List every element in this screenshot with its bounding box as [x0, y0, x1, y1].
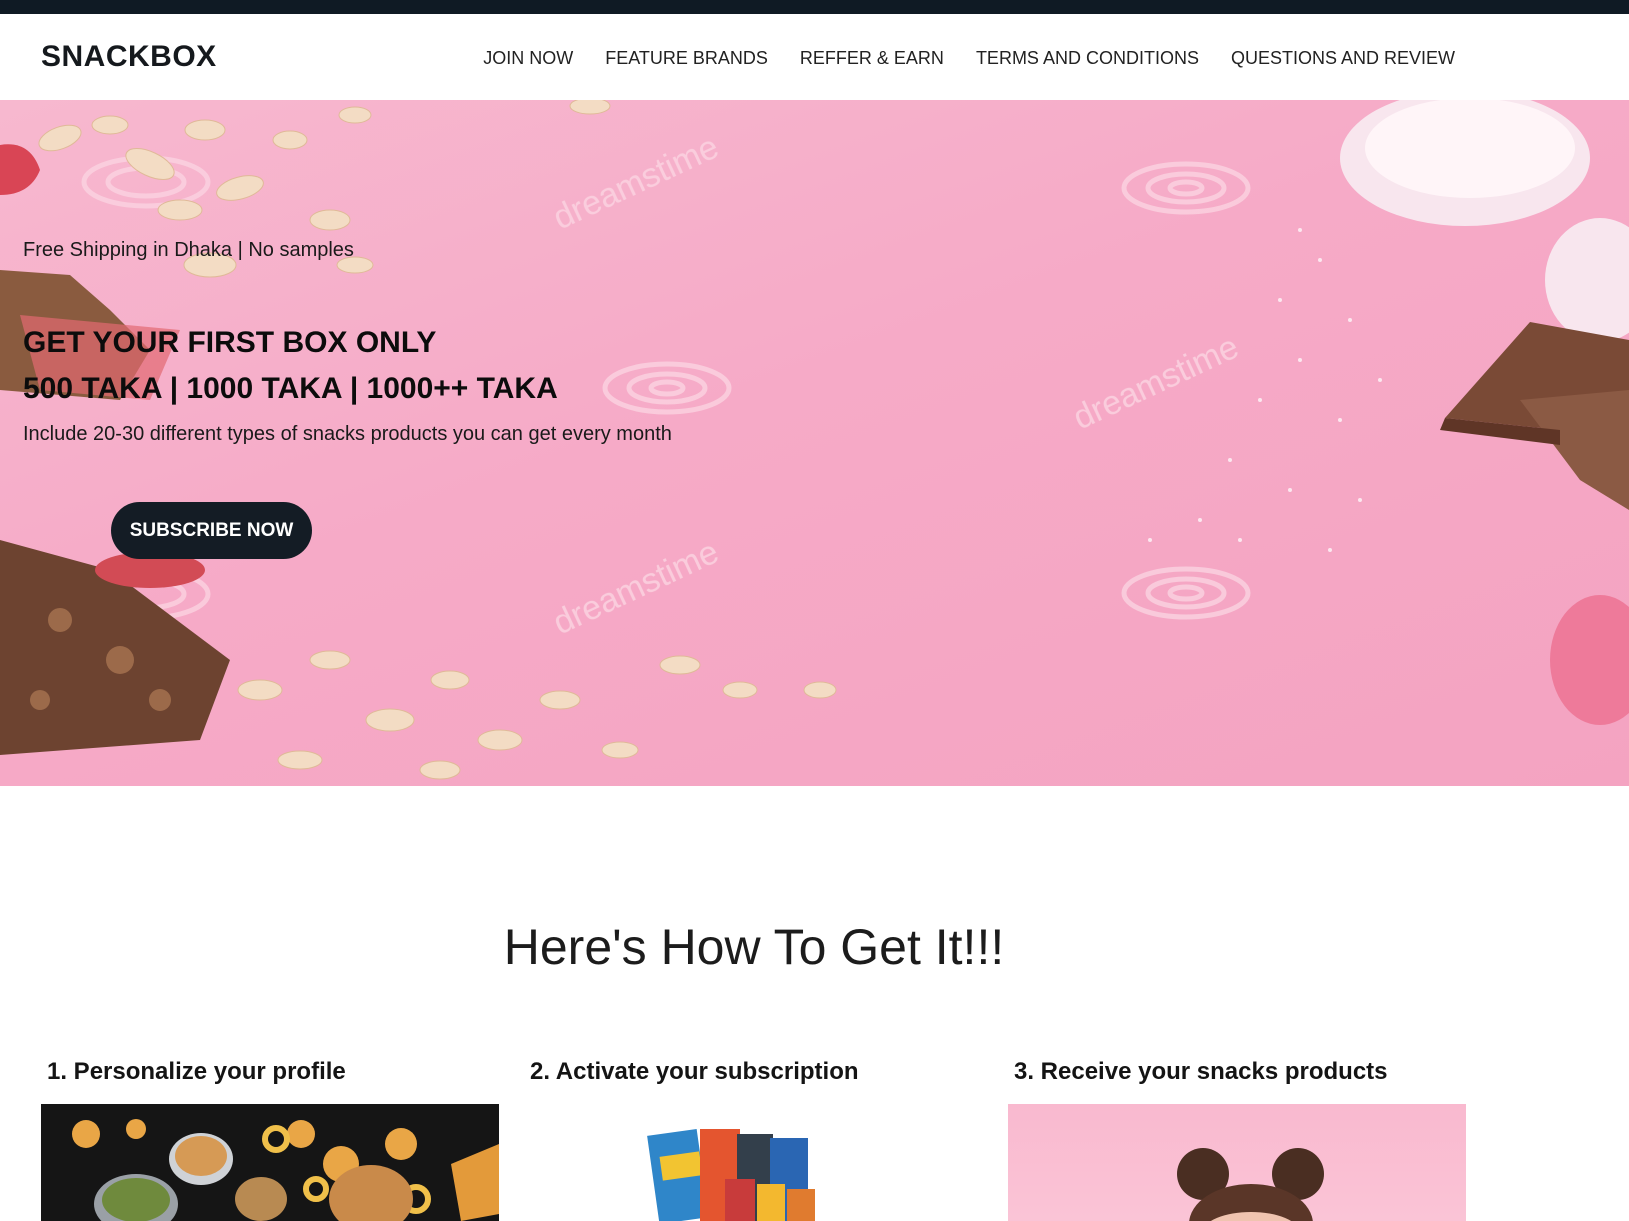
- step-2-snack-packs-image: [525, 1104, 983, 1221]
- step-1-snacks-image: [41, 1104, 499, 1221]
- hero-headline: GET YOUR FIRST BOX ONLY 500 TAKA | 1000 …: [23, 320, 558, 412]
- step-2-title: 2. Activate your subscription: [530, 1058, 859, 1085]
- hero-banner: dreamstime dreamstime dreamstime Free Sh…: [0, 100, 1629, 786]
- watermark-text: dreamstime: [1067, 328, 1244, 438]
- nav-terms-conditions[interactable]: TERMS AND CONDITIONS: [976, 48, 1199, 69]
- shipping-note: Free Shipping in Dhaka | No samples: [23, 239, 354, 261]
- subscribe-now-button[interactable]: SUBSCRIBE NOW: [111, 502, 312, 559]
- how-to-title: Here's How To Get It!!!: [503, 919, 1005, 975]
- hero-subtitle: Include 20-30 different types of snacks …: [23, 423, 672, 445]
- headline-line-2: 500 TAKA | 1000 TAKA | 1000++ TAKA: [23, 372, 558, 405]
- step-3-customer-image: [1008, 1104, 1466, 1221]
- top-bar: [0, 0, 1629, 14]
- nav-join-now[interactable]: JOIN NOW: [483, 48, 573, 69]
- headline-line-1: GET YOUR FIRST BOX ONLY: [23, 326, 437, 359]
- step-1-title: 1. Personalize your profile: [47, 1058, 346, 1085]
- nav-feature-brands[interactable]: FEATURE BRANDS: [605, 48, 768, 69]
- watermark-text: dreamstime: [547, 533, 724, 643]
- step-3-title: 3. Receive your snacks products: [1014, 1058, 1388, 1085]
- navbar: SNACKBOX JOIN NOW FEATURE BRANDS REFFER …: [0, 14, 1629, 100]
- nav-questions-review[interactable]: QUESTIONS AND REVIEW: [1231, 48, 1455, 69]
- watermark-text: dreamstime: [547, 128, 724, 238]
- main-nav: JOIN NOW FEATURE BRANDS REFFER & EARN TE…: [451, 48, 1455, 69]
- brand-logo[interactable]: SNACKBOX: [41, 40, 217, 74]
- nav-refer-earn[interactable]: REFFER & EARN: [800, 48, 944, 69]
